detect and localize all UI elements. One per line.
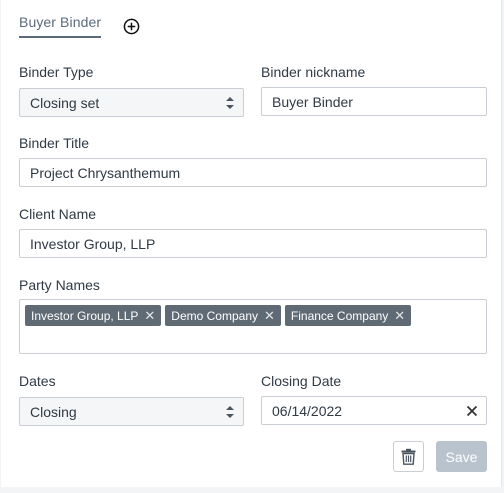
closing-date-input[interactable]: 06/14/2022: [261, 396, 487, 425]
client-name-value: Investor Group, LLP: [30, 235, 156, 252]
party-chip: Investor Group, LLP ✕: [25, 305, 162, 326]
client-name-label: Client Name: [19, 206, 97, 222]
select-caret-icon: [226, 406, 234, 418]
chip-remove-icon[interactable]: ✕: [264, 309, 275, 322]
dates-select[interactable]: Closing: [19, 397, 244, 426]
party-chip: Finance Company ✕: [284, 305, 412, 326]
binder-nickname-value: Buyer Binder: [272, 93, 353, 110]
tab-bar: Buyer Binder: [19, 14, 102, 42]
tab-buyer-binder[interactable]: Buyer Binder: [19, 14, 102, 38]
binder-type-label: Binder Type: [19, 64, 94, 80]
binder-type-select[interactable]: Closing set: [19, 88, 244, 117]
closing-date-value: 06/14/2022: [272, 402, 343, 419]
binder-nickname-label: Binder nickname: [261, 64, 366, 80]
party-chip-label: Finance Company: [290, 308, 389, 323]
chip-remove-icon[interactable]: ✕: [144, 309, 155, 322]
add-tab-icon[interactable]: [123, 18, 140, 35]
party-chip-label: Demo Company: [171, 308, 258, 323]
party-chip: Demo Company ✕: [165, 305, 281, 326]
dates-label: Dates: [19, 373, 56, 389]
chip-remove-icon[interactable]: ✕: [394, 309, 405, 322]
select-caret-icon: [226, 97, 234, 109]
binder-type-value: Closing set: [30, 94, 100, 111]
party-chip-label: Investor Group, LLP: [31, 308, 139, 323]
save-button[interactable]: Save: [436, 441, 487, 472]
party-names-label: Party Names: [19, 277, 100, 293]
client-name-input[interactable]: Investor Group, LLP: [19, 229, 487, 258]
party-names-input[interactable]: Investor Group, LLP ✕ Demo Company ✕ Fin…: [19, 299, 487, 354]
binder-nickname-input[interactable]: Buyer Binder: [261, 87, 487, 116]
delete-button[interactable]: [393, 441, 424, 472]
closing-date-label: Closing Date: [261, 373, 342, 389]
trash-icon: [401, 448, 416, 465]
dates-value: Closing: [30, 403, 77, 420]
binder-title-label: Binder Title: [19, 135, 90, 151]
clear-date-icon[interactable]: [466, 405, 478, 417]
binder-title-value: Project Chrysanthemum: [30, 164, 181, 181]
binder-panel: Buyer Binder Binder Type Closing set Bin…: [1, 0, 502, 487]
binder-title-input[interactable]: Project Chrysanthemum: [19, 158, 487, 187]
